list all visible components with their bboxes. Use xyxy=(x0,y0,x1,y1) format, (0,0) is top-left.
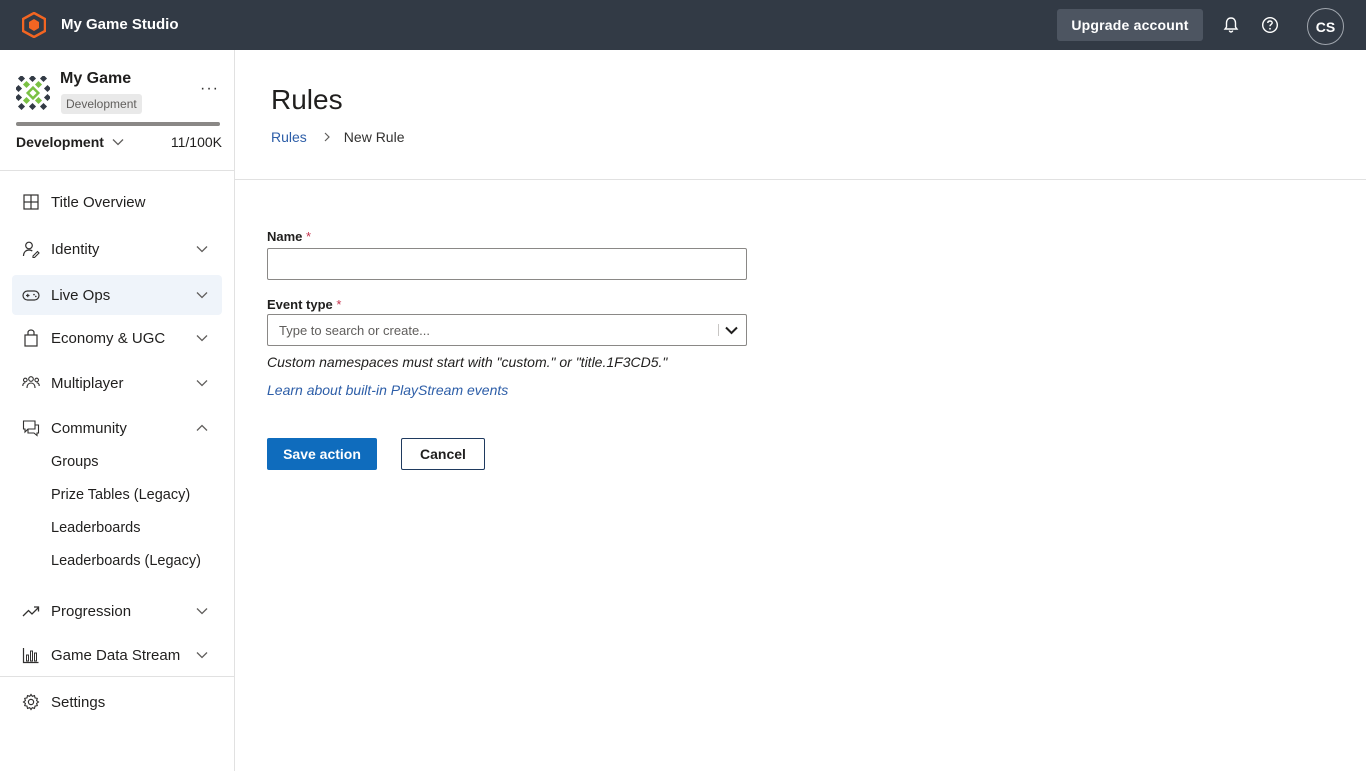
chevron-down-icon xyxy=(196,292,208,299)
name-label-text: Name xyxy=(267,229,303,244)
breadcrumb-current: New Rule xyxy=(343,129,405,145)
combobox-divider xyxy=(718,324,719,336)
nav-item-title-overview[interactable]: Title Overview xyxy=(12,182,222,222)
nav-item-economy-ugc[interactable]: Economy & UGC xyxy=(12,318,222,358)
gear-icon xyxy=(22,693,40,711)
studio-name[interactable]: My Game Studio xyxy=(61,16,179,33)
user-avatar[interactable]: CS xyxy=(1307,8,1344,45)
top-bar: My Game Studio Upgrade account CS xyxy=(0,0,1366,50)
identity-icon xyxy=(22,241,40,258)
game-icon xyxy=(16,76,50,110)
people-icon xyxy=(22,376,40,389)
divider xyxy=(235,179,1366,180)
nav-item-identity[interactable]: Identity xyxy=(12,229,222,269)
nav-item-label: Identity xyxy=(51,240,100,258)
chevron-down-icon xyxy=(196,335,208,342)
playfab-logo-icon[interactable] xyxy=(22,12,46,38)
chevron-down-icon[interactable] xyxy=(725,326,738,335)
nav-item-multiplayer[interactable]: Multiplayer xyxy=(12,363,222,403)
chevron-right-icon xyxy=(324,132,330,142)
save-action-button[interactable]: Save action xyxy=(267,438,377,470)
divider xyxy=(0,170,234,171)
breadcrumb: Rules New Rule xyxy=(271,129,405,145)
divider xyxy=(0,676,234,677)
event-type-input[interactable] xyxy=(268,315,716,345)
nav-item-progression[interactable]: Progression xyxy=(12,591,222,631)
chevron-down-icon xyxy=(196,652,208,659)
required-marker: * xyxy=(336,297,342,312)
nav-item-settings[interactable]: Settings xyxy=(12,682,222,722)
environment-dropdown[interactable]: Development xyxy=(16,134,124,150)
chevron-down-icon xyxy=(196,380,208,387)
nav-item-label: Live Ops xyxy=(51,286,111,304)
nav-item-label: Settings xyxy=(51,693,106,711)
chevron-down-icon xyxy=(196,608,208,615)
nav-item-label: Title Overview xyxy=(51,193,146,211)
event-type-label-text: Event type xyxy=(267,297,333,312)
event-type-combobox[interactable] xyxy=(267,314,747,346)
bag-icon xyxy=(24,329,38,347)
sidebar-subitem-groups[interactable]: Groups xyxy=(51,454,99,470)
sidebar-subitem-prize-tables[interactable]: Prize Tables (Legacy) xyxy=(51,487,190,503)
sidebar-subitem-leaderboards[interactable]: Leaderboards xyxy=(51,520,141,536)
page-title: Rules xyxy=(271,84,343,115)
game-name: My Game xyxy=(60,70,132,87)
event-type-field-label: Event type * xyxy=(267,297,341,312)
nav-item-label: Progression xyxy=(51,602,132,620)
cancel-button[interactable]: Cancel xyxy=(401,438,485,470)
nav-item-label: Community xyxy=(51,419,127,437)
sidebar: My Game Development ··· Development 11/1… xyxy=(0,50,235,771)
environment-dropdown-label: Development xyxy=(16,134,104,150)
required-marker: * xyxy=(306,229,312,244)
chat-icon xyxy=(22,420,40,437)
nav-item-label: Game Data Stream xyxy=(51,646,181,664)
event-type-hint: Custom namespaces must start with "custo… xyxy=(267,354,668,370)
help-icon[interactable] xyxy=(1261,16,1279,34)
nav-item-game-data-stream[interactable]: Game Data Stream xyxy=(12,635,222,675)
nav-item-live-ops[interactable]: Live Ops xyxy=(12,275,222,315)
breadcrumb-link-rules[interactable]: Rules xyxy=(271,129,307,145)
usage-count: 11/100K xyxy=(170,134,222,150)
learn-playstream-events-link[interactable]: Learn about built-in PlayStream events xyxy=(267,382,508,398)
grid-icon xyxy=(23,194,39,210)
bar-chart-icon xyxy=(22,648,39,664)
name-input[interactable] xyxy=(267,248,747,280)
usage-bar xyxy=(16,122,220,126)
nav-item-label: Economy & UGC xyxy=(51,329,166,347)
chevron-down-icon xyxy=(112,139,124,146)
chevron-up-icon xyxy=(196,424,208,431)
chevron-down-icon xyxy=(196,246,208,253)
trend-icon xyxy=(22,606,40,617)
upgrade-account-button[interactable]: Upgrade account xyxy=(1057,9,1203,41)
more-options-icon[interactable]: ··· xyxy=(200,80,219,98)
sidebar-subitem-leaderboards-legacy[interactable]: Leaderboards (Legacy) xyxy=(51,553,201,569)
environment-badge: Development xyxy=(61,94,142,114)
nav-item-community[interactable]: Community xyxy=(12,408,222,448)
gamepad-icon xyxy=(22,290,40,301)
nav-item-label: Multiplayer xyxy=(51,374,124,392)
name-field-label: Name * xyxy=(267,229,311,244)
bell-icon[interactable] xyxy=(1222,16,1240,34)
